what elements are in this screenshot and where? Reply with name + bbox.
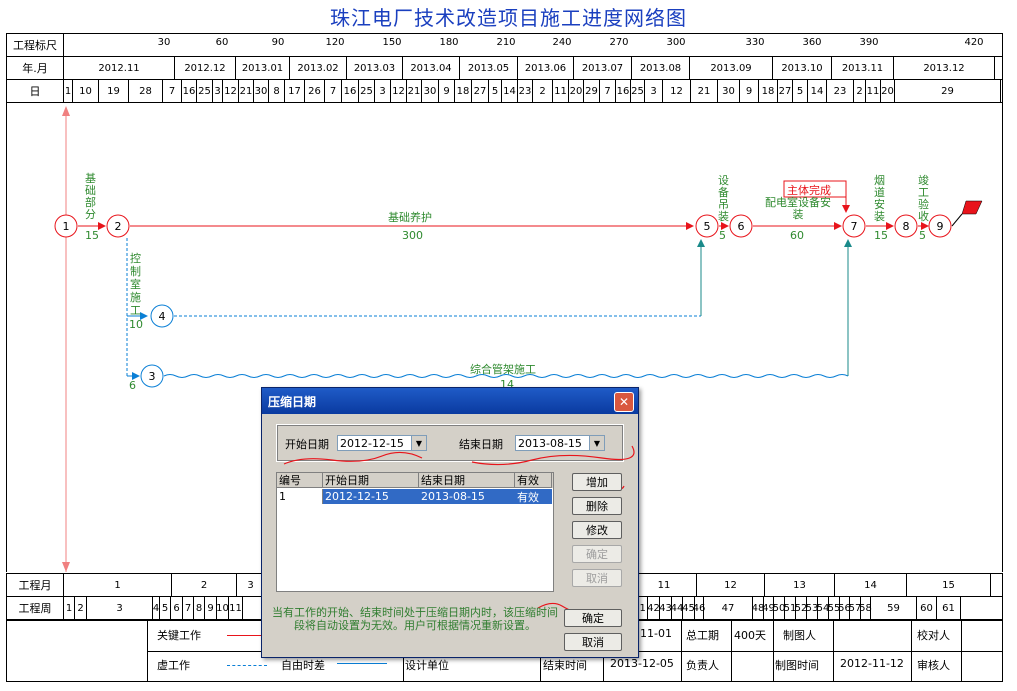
draw-time-value: 2012-11-12 [840,657,904,670]
dialog-note: 当有工作的开始、结束时间处于压缩日期内时，该压缩时间段将自动设置为无效。用户可根… [272,606,558,632]
project-month-cell: 14 [835,574,907,596]
activity-6-7-duration: 60 [790,229,804,242]
column-header: 编号 [277,473,323,488]
project-week-cell: 6 [171,597,183,619]
project-month-cell: 11 [632,574,697,596]
legend-free-float-label: 自由时差 [281,659,325,672]
modify-button[interactable]: 修改 [572,521,622,539]
confirm-row-button[interactable]: 确定 [572,545,622,563]
activity-6-7-name: 配电室设备安装 [765,196,831,221]
project-week-cell: 8 [194,597,205,619]
project-month-cell: 13 [765,574,835,596]
legend-critical-label: 关键工作 [157,629,201,642]
total-duration-label: 总工期 [686,629,719,642]
node-label: 6 [738,220,745,233]
activity-2-3-duration: 6 [129,379,136,392]
ok-button[interactable]: 确定 [564,609,622,627]
project-week-cell: 11 [229,597,243,619]
reviewer-label: 审核人 [917,659,950,672]
table-row[interactable]: 2013-08-15 [419,489,515,504]
project-week-label: 工程周 [7,597,64,619]
activity-2-4-name: 控制室施工 [130,252,141,317]
project-week-cell: 4 [153,597,160,619]
project-week-cell: 5 [160,597,171,619]
time-marker-down-arrow [62,562,70,572]
milestone-label: 主体完成 [787,184,831,197]
time-marker-up-arrow [62,106,70,116]
activity-2-5-duration: 300 [402,229,423,242]
activity-1-2-name: 基础部分 [85,172,96,221]
project-week-cell: 7 [183,597,194,619]
table-row[interactable]: 有效 [515,489,552,504]
activity-3-7-name: 综合管架施工 [470,363,536,376]
project-month-cell: 1 [64,574,172,596]
legend-float-line [337,663,387,668]
column-header: 开始日期 [323,473,419,488]
end-time-label: 结束时间 [543,659,587,672]
cancel-row-button[interactable]: 取消 [572,569,622,587]
add-button[interactable]: 增加 [572,473,622,491]
node-label: 4 [159,310,166,323]
project-week-cell: 10 [216,597,229,619]
project-week-cell: 59 [871,597,917,619]
legend-virtual-label: 虚工作 [157,659,190,672]
compress-date-table: 编号 开始日期 结束日期 有效 1 2012-12-15 2013-08-15 … [276,472,554,592]
owner-label: 负责人 [686,659,719,672]
activity-8-9-name: 竣工验收 [918,174,929,223]
total-duration-value: 400天 [734,629,766,642]
activity-2-5-name: 基础养护 [388,211,432,224]
end-time-value: 2013-12-05 [610,657,674,670]
design-unit-label: 设计单位 [405,659,449,672]
project-month-cell: 2 [172,574,237,596]
activity-5-6-duration: 5 [719,229,726,242]
column-header: 有效 [515,473,552,488]
column-header: 结束日期 [419,473,515,488]
project-week-cell: 60 [917,597,937,619]
node-label: 1 [63,220,70,233]
project-week-cell: 2 [75,597,87,619]
flag-pole [951,213,963,227]
checker-label: 校对人 [917,629,950,642]
activity-7-8-duration: 15 [874,229,888,242]
project-week-cell: 58 [859,597,872,619]
cancel-button[interactable]: 取消 [564,633,622,651]
project-week-cell: 1 [64,597,75,619]
legend-virtual-line [227,665,267,666]
activity-5-6-name: 设备吊装 [718,174,729,223]
node-label: 9 [937,220,944,233]
activity-1-2-duration: 15 [85,229,99,242]
project-month-label: 工程月 [7,574,64,596]
activity-8-9-duration: 5 [919,229,926,242]
project-week-cell: 3 [87,597,153,619]
table-row[interactable]: 2012-12-15 [323,489,419,504]
table-header: 编号 开始日期 结束日期 有效 [277,473,553,488]
node-label: 8 [903,220,910,233]
node-label: 2 [115,220,122,233]
drawer-label: 制图人 [783,629,816,642]
project-week-cell: 46 [693,597,705,619]
activity-2-4-duration: 10 [129,318,143,331]
project-week-cell: 47 [704,597,753,619]
activity-7-8-name: 烟道安装 [874,174,885,223]
delete-button[interactable]: 删除 [572,497,622,515]
draw-time-label: 制图时间 [775,659,819,672]
node-label: 3 [149,370,156,383]
node-label: 7 [851,220,858,233]
compress-date-dialog: 压缩日期 ✕ 开始日期 2012-12-15 ▼ 结束日期 2013-08-15… [261,387,639,658]
project-month-cell: 12 [697,574,765,596]
node-label: 5 [704,220,711,233]
finish-flag [961,200,983,215]
start-date-tail: 11-01 [640,627,672,640]
table-row[interactable]: 1 [277,489,323,504]
project-month-cell: 15 [907,574,991,596]
project-week-cell: 61 [937,597,961,619]
